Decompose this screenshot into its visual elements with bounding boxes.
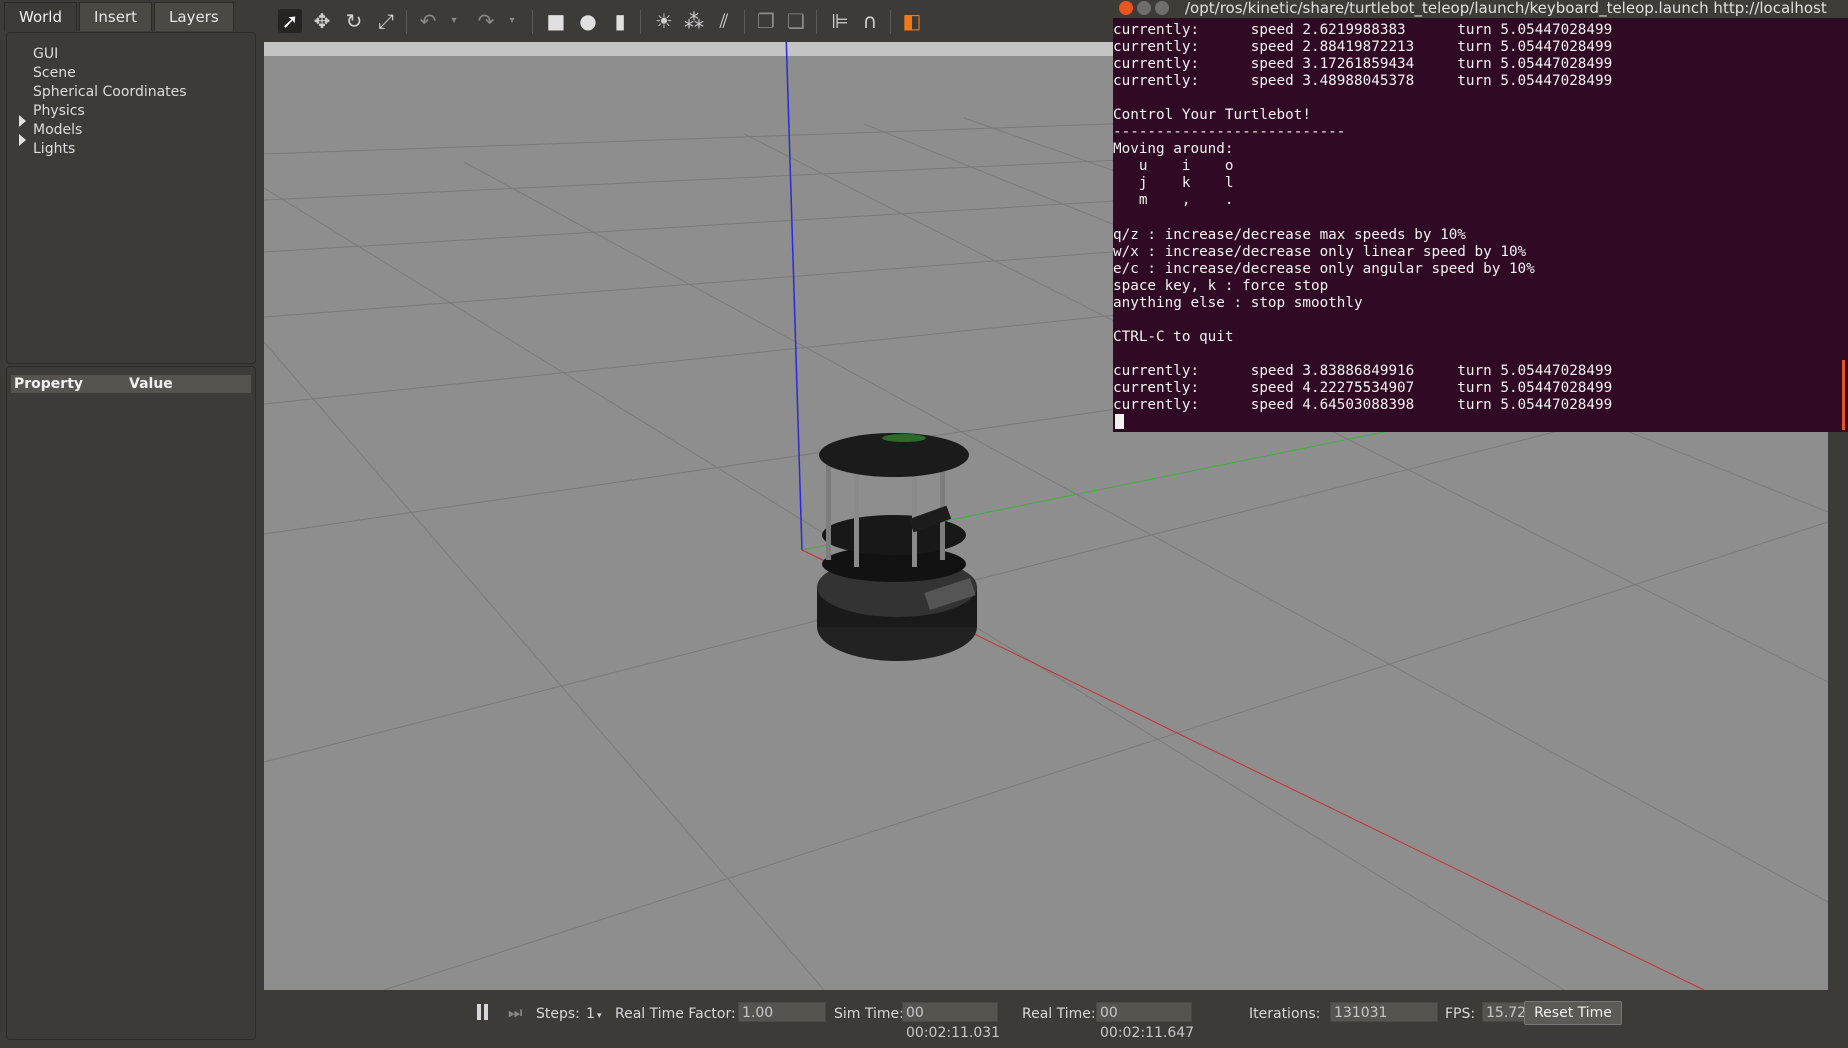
scale-icon[interactable]: ⤢: [374, 9, 398, 33]
pause-icon[interactable]: [476, 1004, 490, 1020]
view-angle-icon[interactable]: ◧: [900, 9, 924, 33]
redo-dropdown-icon[interactable]: ▾: [500, 9, 524, 33]
terminal-line: u i o: [1113, 158, 1234, 175]
toolbar-separator: [744, 10, 745, 34]
property-table-header: Property Value: [11, 375, 251, 393]
step-icon[interactable]: ⏭: [508, 1003, 522, 1023]
tree-item-models[interactable]: Models: [33, 122, 82, 138]
real-time-label: Real Time:: [1022, 1006, 1096, 1022]
left-panel-tabs: World Insert Layers: [4, 2, 236, 32]
align-icon[interactable]: ⊫: [828, 9, 852, 33]
tree-item-spherical-coordinates[interactable]: Spherical Coordinates: [33, 84, 187, 100]
tab-world[interactable]: World: [4, 2, 77, 31]
box-icon[interactable]: ■: [544, 9, 568, 33]
terminal-line: CTRL-C to quit: [1113, 328, 1234, 345]
terminal-line: space key, k : force stop: [1113, 277, 1329, 294]
fps-label: FPS:: [1445, 1006, 1476, 1022]
simulation-status-bar: ⏭ Steps: 1 ▾ Real Time Factor: 1.00 Sim …: [264, 990, 1828, 1041]
steps-label: Steps:: [536, 1006, 580, 1022]
terminal-line: currently: speed 4.64503088398 turn 5.05…: [1113, 397, 1613, 414]
terminal-line: w/x : increase/decrease only linear spee…: [1113, 243, 1527, 260]
terminal-line: currently: speed 3.48988045378 turn 5.05…: [1113, 73, 1613, 90]
terminal-title-bar[interactable]: /opt/ros/kinetic/share/turtlebot_teleop/…: [1113, 0, 1848, 18]
tree-item-physics[interactable]: Physics: [33, 103, 85, 119]
terminal-cursor: [1115, 414, 1124, 429]
terminal-line: currently: speed 3.17261859434 turn 5.05…: [1113, 56, 1613, 73]
undo-icon[interactable]: ↶: [416, 9, 440, 33]
steps-dropdown-icon[interactable]: ▾: [597, 1011, 602, 1021]
directional-light-icon[interactable]: ⫽: [712, 9, 736, 33]
iterations-field: 131031: [1330, 1002, 1438, 1022]
sphere-icon[interactable]: ●: [576, 9, 600, 33]
rotate-icon[interactable]: ↻: [342, 9, 366, 33]
copy-icon[interactable]: ❐: [754, 9, 778, 33]
real-time-factor-label: Real Time Factor:: [615, 1006, 736, 1022]
spot-light-icon[interactable]: ⁂: [682, 9, 706, 33]
terminal-line: currently: speed 4.22275534907 turn 5.05…: [1113, 379, 1613, 396]
toolbar-separator: [532, 10, 533, 34]
terminal-line: ---------------------------: [1113, 124, 1346, 141]
property-column-header: Property: [14, 376, 84, 392]
sim-time-label: Sim Time:: [834, 1006, 904, 1022]
terminal-scrollbar[interactable]: [1842, 360, 1845, 430]
world-tree: GUI Scene Spherical Coordinates Physics …: [6, 32, 256, 364]
terminal-line: Moving around:: [1113, 141, 1234, 158]
maximize-icon[interactable]: [1155, 1, 1169, 15]
terminal-line: anything else : stop smoothly: [1113, 294, 1363, 311]
tree-item-gui[interactable]: GUI: [33, 46, 58, 62]
left-panel: World Insert Layers GUI Scene Spherical …: [0, 0, 258, 1048]
real-time-factor-field: 1.00: [738, 1002, 826, 1022]
terminal-window[interactable]: /opt/ros/kinetic/share/turtlebot_teleop/…: [1113, 0, 1848, 432]
cylinder-icon[interactable]: ▮: [608, 9, 632, 33]
sim-time-field: 00 00:02:11.031: [902, 1002, 1000, 1041]
tab-layers[interactable]: Layers: [154, 2, 234, 31]
undo-dropdown-icon[interactable]: ▾: [442, 9, 466, 33]
snap-icon[interactable]: ∩: [858, 9, 882, 33]
tree-item-lights[interactable]: Lights: [33, 141, 75, 157]
tree-item-scene[interactable]: Scene: [33, 65, 76, 81]
terminal-output: currently: speed 2.6219988383 turn 5.054…: [1113, 22, 1848, 414]
minimize-icon[interactable]: [1137, 1, 1151, 15]
property-panel: Property Value: [6, 366, 256, 1040]
real-time-field: 00 00:02:11.647: [1096, 1002, 1194, 1041]
translate-icon[interactable]: ✥: [310, 9, 334, 33]
terminal-line: e/c : increase/decrease only angular spe…: [1113, 260, 1535, 277]
expand-arrow-icon[interactable]: [19, 134, 26, 146]
redo-icon[interactable]: ↷: [474, 9, 498, 33]
select-arrow-icon[interactable]: ➚: [278, 9, 302, 33]
terminal-line: currently: speed 3.83886849916 turn 5.05…: [1113, 362, 1613, 379]
terminal-line: m , .: [1113, 192, 1234, 209]
value-column-header: Value: [129, 376, 173, 392]
toolbar-separator: [640, 10, 641, 34]
reset-time-button[interactable]: Reset Time: [1524, 1001, 1622, 1025]
toolbar-separator: [890, 10, 891, 34]
terminal-line: Control Your Turtlebot!: [1113, 107, 1311, 124]
terminal-line: j k l: [1113, 175, 1234, 192]
terminal-line: currently: speed 2.6219988383 turn 5.054…: [1113, 22, 1613, 38]
steps-value[interactable]: 1: [586, 1006, 595, 1022]
point-light-icon[interactable]: ☀: [652, 9, 676, 33]
close-icon[interactable]: [1119, 1, 1133, 15]
iterations-label: Iterations:: [1249, 1006, 1321, 1022]
terminal-line: currently: speed 2.88419872213 turn 5.05…: [1113, 39, 1613, 56]
paste-icon[interactable]: ❏: [784, 9, 808, 33]
expand-arrow-icon[interactable]: [19, 115, 26, 127]
terminal-title: /opt/ros/kinetic/share/turtlebot_teleop/…: [1185, 0, 1827, 17]
terminal-line: q/z : increase/decrease max speeds by 10…: [1113, 226, 1466, 243]
toolbar-separator: [816, 10, 817, 34]
tab-insert[interactable]: Insert: [79, 2, 153, 31]
toolbar-separator: [406, 10, 407, 34]
